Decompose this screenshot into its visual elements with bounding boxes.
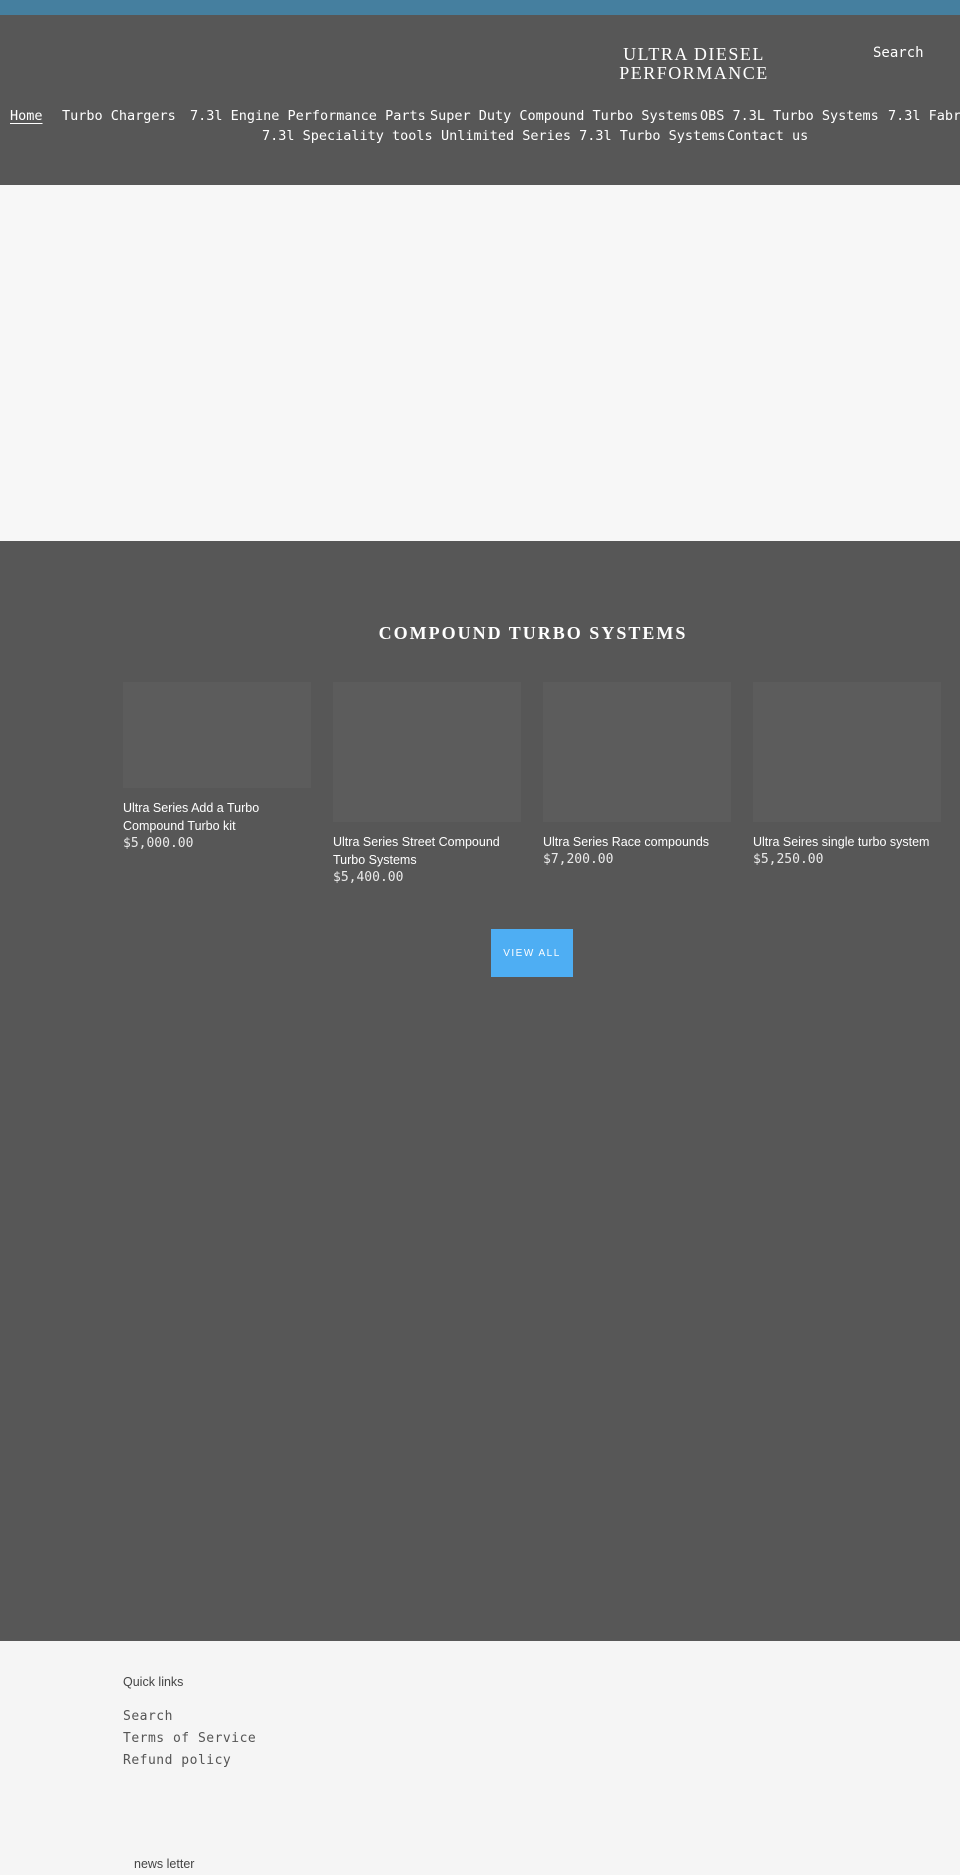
nav-item-unlimited-series[interactable]: Unlimited Series 7.3l Turbo Systems <box>441 128 725 144</box>
product-price: $7,200.00 <box>543 852 614 867</box>
quick-links-heading: Quick links <box>123 1675 184 1689</box>
product-card[interactable]: Ultra Series Race compounds $7,200.00 <box>543 682 731 867</box>
product-price: $5,250.00 <box>753 852 824 867</box>
nav-item-contact-us[interactable]: Contact us <box>727 128 808 144</box>
nav-item-engine-performance-parts[interactable]: 7.3l Engine Performance Parts <box>190 108 426 124</box>
site-header: ULTRA DIESEL PERFORMANCE Search Home Tur… <box>0 15 960 185</box>
nav-item-home[interactable]: Home <box>10 108 43 124</box>
nav-item-speciality-tools[interactable]: 7.3l Speciality tools <box>262 128 433 144</box>
hero-banner <box>0 185 960 541</box>
product-image[interactable] <box>333 682 521 822</box>
product-title[interactable]: Ultra Series Add a Turbo Compound Turbo … <box>123 799 311 835</box>
newsletter-heading: news letter <box>134 1857 195 1871</box>
nav-item-obs-turbo-systems[interactable]: OBS 7.3L Turbo Systems <box>700 108 879 124</box>
product-title[interactable]: Ultra Series Race compounds <box>543 833 731 851</box>
site-logo[interactable]: ULTRA DIESEL PERFORMANCE <box>594 45 794 83</box>
featured-collection: COMPOUND TURBO SYSTEMS Ultra Series Add … <box>0 541 960 1641</box>
footer-link-terms[interactable]: Terms of Service <box>123 1731 256 1746</box>
view-all-button[interactable]: VIEW ALL <box>491 929 573 977</box>
nav-item-turbo-chargers[interactable]: Turbo Chargers <box>62 108 176 124</box>
nav-item-fabrication[interactable]: 7.3l Fabri <box>888 108 960 124</box>
site-footer: Quick links Search Terms of Service Refu… <box>0 1641 960 1875</box>
product-image[interactable] <box>753 682 941 822</box>
announcement-bar <box>0 0 960 15</box>
product-price: $5,400.00 <box>333 870 404 885</box>
product-image[interactable] <box>543 682 731 822</box>
product-price: $5,000.00 <box>123 836 194 851</box>
footer-link-search[interactable]: Search <box>123 1709 173 1724</box>
product-card[interactable]: Ultra Seires single turbo system $5,250.… <box>753 682 941 867</box>
collection-title: COMPOUND TURBO SYSTEMS <box>378 623 688 643</box>
nav-item-super-duty-compound[interactable]: Super Duty Compound Turbo Systems <box>430 108 698 124</box>
product-card[interactable]: Ultra Series Add a Turbo Compound Turbo … <box>123 682 311 851</box>
product-card[interactable]: Ultra Series Street Compound Turbo Syste… <box>333 682 521 885</box>
footer-link-refund[interactable]: Refund policy <box>123 1753 231 1768</box>
product-title[interactable]: Ultra Seires single turbo system <box>753 833 941 851</box>
product-image[interactable] <box>123 682 311 788</box>
product-title[interactable]: Ultra Series Street Compound Turbo Syste… <box>333 833 521 869</box>
search-link[interactable]: Search <box>873 45 924 61</box>
